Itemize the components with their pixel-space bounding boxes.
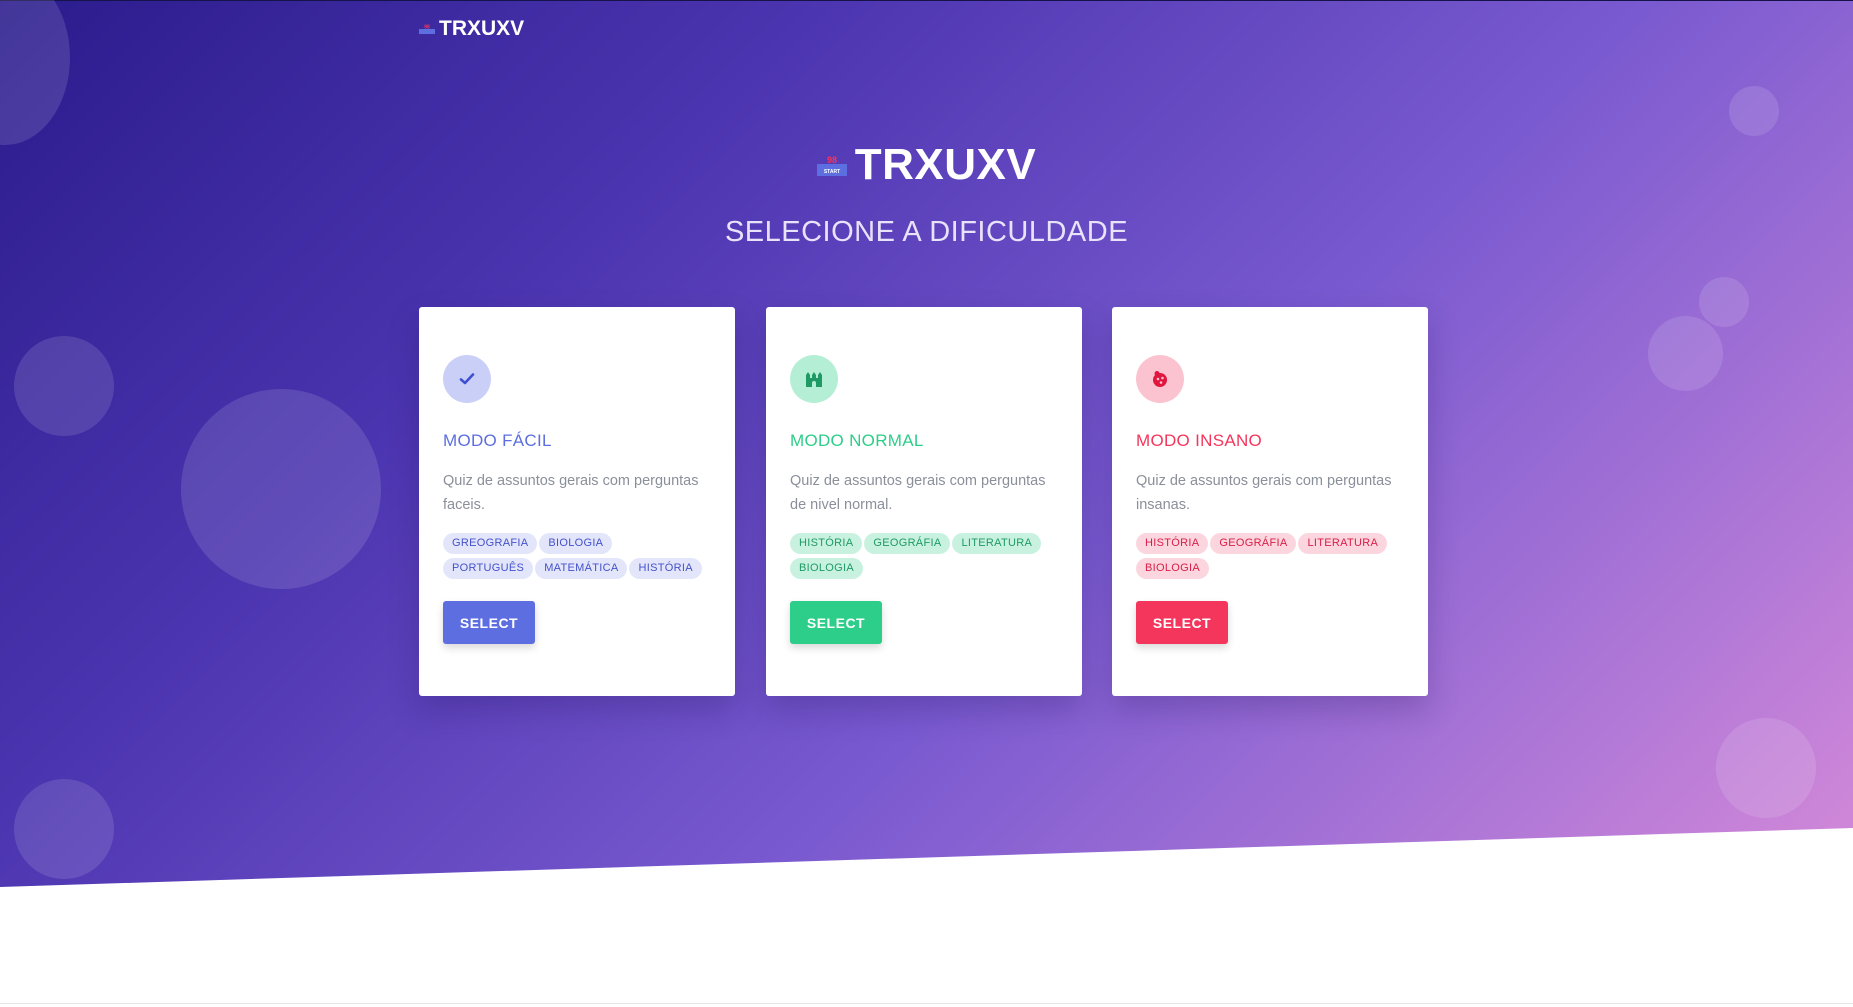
tag-list: GREOGRAFIA BIOLOGIA PORTUGUÊS MATEMÁTICA… <box>443 533 703 579</box>
logo-icon: 98 START <box>816 155 847 176</box>
castle-icon <box>806 372 822 387</box>
icon-circle <box>443 355 491 403</box>
select-easy-button[interactable]: SELECT <box>443 601 535 644</box>
page-title: 98 START TRXUXV <box>0 140 1853 190</box>
top-border <box>0 0 1853 1</box>
tag-list: HISTÓRIA GEOGRÁFIA LITERATURA BIOLOGIA <box>1136 533 1396 579</box>
card-description: Quiz de assuntos gerais com perguntas de… <box>790 473 1046 513</box>
card-easy: MODO FÁCIL Quiz de assuntos gerais com p… <box>419 307 735 696</box>
subtitle: SELECIONE A DIFICULDADE <box>724 216 1129 248</box>
tag: BIOLOGIA <box>1136 558 1209 579</box>
tag: HISTÓRIA <box>1136 533 1209 554</box>
tag: PORTUGUÊS <box>443 558 534 579</box>
ladybug-icon <box>1153 371 1167 387</box>
card-title: MODO INSANO <box>1136 431 1263 450</box>
icon-circle <box>790 355 838 403</box>
tag: BIOLOGIA <box>790 558 863 579</box>
card-description: Quiz de assuntos gerais com perguntas fa… <box>443 473 699 513</box>
tag-list: HISTÓRIA GEOGRÁFIA LITERATURA BIOLOGIA <box>790 533 1050 579</box>
card-title: MODO FÁCIL <box>443 431 552 450</box>
card-title: MODO NORMAL <box>790 431 924 450</box>
logo-icon: 98 <box>419 25 435 34</box>
svg-text:98: 98 <box>424 25 430 31</box>
card-insane: MODO INSANO Quiz de assuntos gerais com … <box>1112 307 1428 696</box>
tag: HISTÓRIA <box>790 533 863 554</box>
title-text: TRXUXV <box>854 140 1037 189</box>
navbar-brand[interactable]: 98 TRXUXV <box>419 17 524 41</box>
bg-circle <box>14 336 114 436</box>
tag: HISTÓRIA <box>629 558 702 579</box>
tag: LITERATURA <box>1298 533 1388 554</box>
bottom-edge <box>0 1003 1853 1004</box>
tag: GEOGRÁFIA <box>1210 533 1297 554</box>
tag: GREOGRAFIA <box>443 533 538 554</box>
tag: LITERATURA <box>952 533 1042 554</box>
tag: MATEMÁTICA <box>535 558 628 579</box>
bg-circle <box>1648 316 1723 391</box>
bg-circle <box>0 0 70 145</box>
bg-circle <box>1729 86 1779 136</box>
bg-circle <box>1699 277 1749 327</box>
bg-circle <box>181 389 381 589</box>
brand-name: TRXUXV <box>439 17 525 40</box>
tag: BIOLOGIA <box>539 533 613 554</box>
bg-circle <box>14 779 114 879</box>
card-description: Quiz de assuntos gerais com perguntas in… <box>1136 473 1392 513</box>
tag: GEOGRÁFIA <box>864 533 951 554</box>
card-normal: MODO NORMAL Quiz de assuntos gerais com … <box>766 307 1082 696</box>
bg-circle <box>1716 718 1816 818</box>
icon-circle <box>1136 355 1184 403</box>
select-insane-button[interactable]: SELECT <box>1136 601 1228 644</box>
select-normal-button[interactable]: SELECT <box>790 601 882 644</box>
svg-text:98: 98 <box>827 155 837 165</box>
svg-text:START: START <box>824 169 840 175</box>
check-icon <box>459 373 475 385</box>
